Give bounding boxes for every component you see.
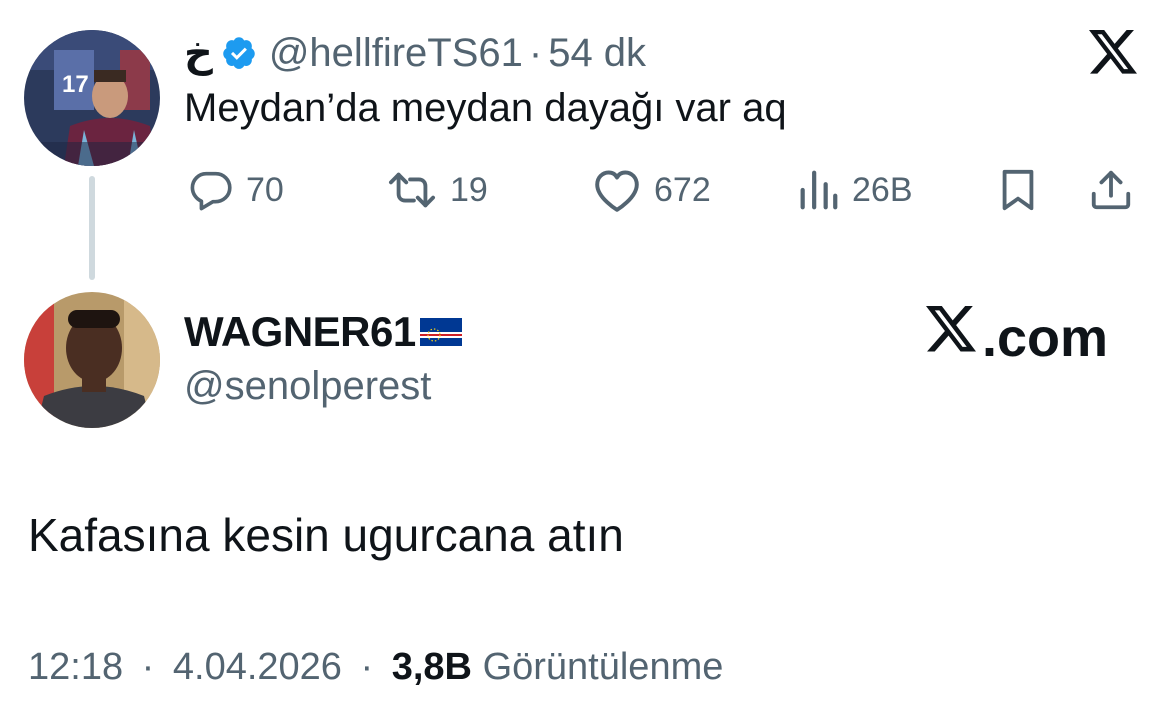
views-count: 26B (852, 170, 913, 209)
share-icon (1088, 167, 1134, 213)
thread-connector-line (89, 176, 95, 280)
views-button[interactable]: 26B (796, 164, 913, 216)
tweet-views-count: 3,8B (391, 646, 472, 688)
x-logo-icon (922, 306, 982, 369)
quoted-tweet-text: Meydan’da meydan dayağı var aq (184, 86, 787, 130)
reply-tweet-text: Kafasına kesin ugurcana atın (28, 509, 624, 561)
quoted-tweet-header: خ @hellfireTS61 · 54 dk (184, 28, 646, 78)
repost-icon (386, 167, 438, 213)
tweet-time[interactable]: 12:18 (28, 646, 123, 688)
reply-handle[interactable]: @senolperest (184, 364, 431, 409)
bookmark-button[interactable] (996, 164, 1040, 216)
reply-display-name-row: WAGNER61 (184, 308, 462, 356)
share-button[interactable] (1088, 164, 1134, 216)
tweet-views-label: Görüntülenme (482, 646, 724, 688)
svg-text:17: 17 (62, 71, 89, 98)
avatar-hellfirets61[interactable]: 17 (24, 30, 160, 166)
repost-count: 19 (450, 170, 488, 209)
bookmark-icon (996, 167, 1040, 213)
avatar-senolperest[interactable] (24, 292, 160, 428)
heart-icon (592, 167, 642, 213)
header-separator: · (528, 30, 543, 75)
reply-count: 70 (246, 170, 284, 209)
tweet-date[interactable]: 4.04.2026 (173, 646, 342, 688)
analytics-icon (796, 167, 840, 213)
verified-badge-icon (221, 35, 257, 71)
quoted-display-name[interactable]: خ (184, 30, 213, 76)
tweet-footer: 12:18 · 4.04.2026 · 3,8B Görüntülenme (28, 646, 723, 689)
footer-separator: · (360, 646, 374, 688)
like-count: 672 (654, 170, 711, 209)
tweet-action-bar: 70 19 672 26B (184, 164, 1144, 216)
like-button[interactable]: 672 (592, 164, 711, 216)
x-com-brand: .com (922, 306, 1108, 369)
quoted-handle[interactable]: @hellfireTS61 (269, 31, 523, 76)
x-logo-icon (1086, 30, 1140, 78)
brand-domain-suffix: .com (982, 307, 1109, 368)
reply-button[interactable]: 70 (188, 164, 284, 216)
reply-icon (188, 167, 234, 213)
footer-separator: · (141, 646, 155, 688)
cape-verde-flag-icon (419, 318, 462, 346)
quoted-time[interactable]: 54 dk (548, 31, 646, 76)
repost-button[interactable]: 19 (386, 164, 488, 216)
reply-display-name[interactable]: WAGNER61 (184, 308, 416, 356)
